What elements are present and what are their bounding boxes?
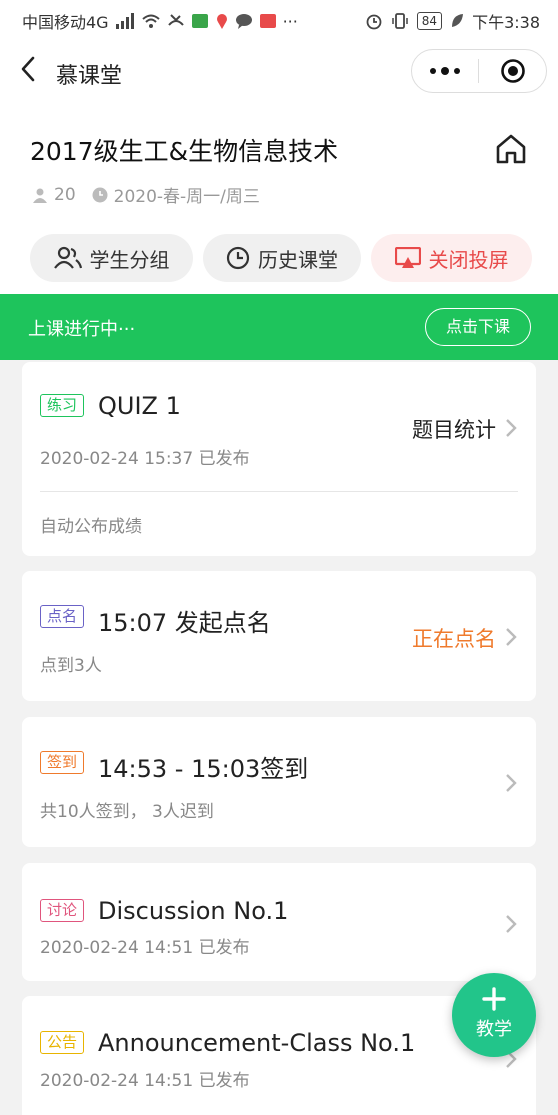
class-in-progress-banner: 上课进行中··· 点击下课 [0, 294, 558, 360]
home-icon[interactable] [494, 132, 528, 166]
activity-subtitle: 2020-02-24 14:51 已发布 [40, 1071, 250, 1091]
status-right: 84 下午3:38 [365, 9, 540, 33]
news-app-icon [259, 14, 276, 28]
alarm-icon [366, 14, 382, 30]
message-icon [235, 14, 252, 29]
nav-bar: 慕课堂 [0, 38, 558, 104]
activity-tag: 讨论 [40, 899, 85, 922]
course-schedule: 2020-春-周一/周三 [113, 187, 260, 207]
student-group-label: 学生分组 [89, 247, 170, 272]
activity-tag: 点名 [40, 605, 85, 628]
group-icon [53, 246, 82, 269]
activity-title: Discussion No.1 [98, 897, 289, 925]
activity-title: QUIZ 1 [98, 392, 181, 420]
action-pills: 学生分组 历史课堂 关闭投屏 [30, 234, 532, 282]
activity-card-signin[interactable]: 签到 14:53 - 15:03签到 共10人签到， 3人迟到 [22, 717, 536, 847]
activity-tag: 练习 [40, 394, 85, 417]
activity-card-discussion[interactable]: 讨论 Discussion No.1 2020-02-24 14:51 已发布 [22, 863, 536, 981]
app-notification-icon [191, 14, 208, 28]
missed-call-icon [167, 14, 184, 26]
activity-subtitle: 2020-02-24 14:51 已发布 [40, 938, 250, 958]
leaf-icon [452, 14, 464, 27]
banner-text: 上课进行中··· [28, 319, 136, 340]
cast-icon [394, 247, 421, 268]
activity-card-rollcall[interactable]: 点名 15:07 发起点名 点到3人 正在点名 [22, 571, 536, 701]
more-menu-icon[interactable] [428, 64, 462, 78]
activity-title: 14:53 - 15:03签到 [98, 755, 309, 783]
history-class-button[interactable]: 历史课堂 [203, 234, 361, 282]
activity-title: 15:07 发起点名 [98, 609, 271, 637]
history-clock-icon [226, 246, 250, 270]
status-bar: 中国移动4G ··· 84 下午3:38 [0, 0, 558, 38]
back-icon[interactable] [16, 54, 42, 84]
teach-fab-button[interactable]: 教学 [452, 973, 536, 1057]
status-left: 中国移动4G ··· [22, 9, 298, 33]
activity-title: Announcement-Class No.1 [98, 1029, 416, 1057]
plus-icon [482, 987, 506, 1011]
carrier-label: 中国移动4G [22, 13, 109, 32]
close-projection-label: 关闭投屏 [428, 247, 509, 272]
auto-publish-text: 自动公布成绩 [40, 517, 142, 537]
wifi-icon [141, 14, 160, 28]
chevron-right-icon [506, 419, 517, 437]
person-icon [33, 188, 47, 203]
chevron-right-icon [506, 915, 517, 933]
clock-icon [92, 187, 108, 202]
end-class-button[interactable]: 点击下课 [425, 308, 531, 346]
course-title: 2017级生工&生物信息技术 [30, 137, 339, 166]
activity-card-quiz[interactable]: 练习 QUIZ 1 2020-02-24 15:37 已发布 题目统计 自动公布… [22, 362, 536, 556]
course-meta: 20 2020-春-周一/周三 [32, 182, 260, 207]
more-notifications-icon: ··· [282, 11, 298, 31]
battery-level: 84 [416, 12, 443, 30]
nav-title: 慕课堂 [56, 64, 123, 89]
activity-subtitle: 2020-02-24 15:37 已发布 [40, 449, 250, 469]
close-projection-button[interactable]: 关闭投屏 [371, 234, 532, 282]
activity-tag: 公告 [40, 1031, 85, 1054]
capsule-divider [478, 59, 479, 83]
chevron-right-icon [506, 628, 517, 646]
card-divider [40, 491, 518, 492]
activity-tag: 签到 [40, 751, 85, 774]
chevron-right-icon [506, 774, 517, 792]
student-count: 20 [54, 184, 76, 205]
fab-label: 教学 [476, 1019, 512, 1040]
signal-icon [115, 13, 134, 29]
close-target-icon[interactable] [500, 58, 526, 84]
rollcall-status: 正在点名 [412, 627, 496, 651]
student-group-button[interactable]: 学生分组 [30, 234, 193, 282]
vibrate-icon [392, 13, 408, 29]
mini-program-capsule [411, 49, 547, 93]
history-class-label: 历史课堂 [258, 247, 338, 272]
clock: 下午3:38 [472, 13, 540, 32]
course-header: 2017级生工&生物信息技术 20 2020-春-周一/周三 学生分组 历史课堂… [0, 104, 558, 294]
activity-subtitle: 点到3人 [40, 656, 102, 676]
activity-subtitle: 共10人签到， 3人迟到 [40, 802, 214, 822]
question-stats-link[interactable]: 题目统计 [412, 414, 496, 444]
location-icon [216, 14, 227, 29]
